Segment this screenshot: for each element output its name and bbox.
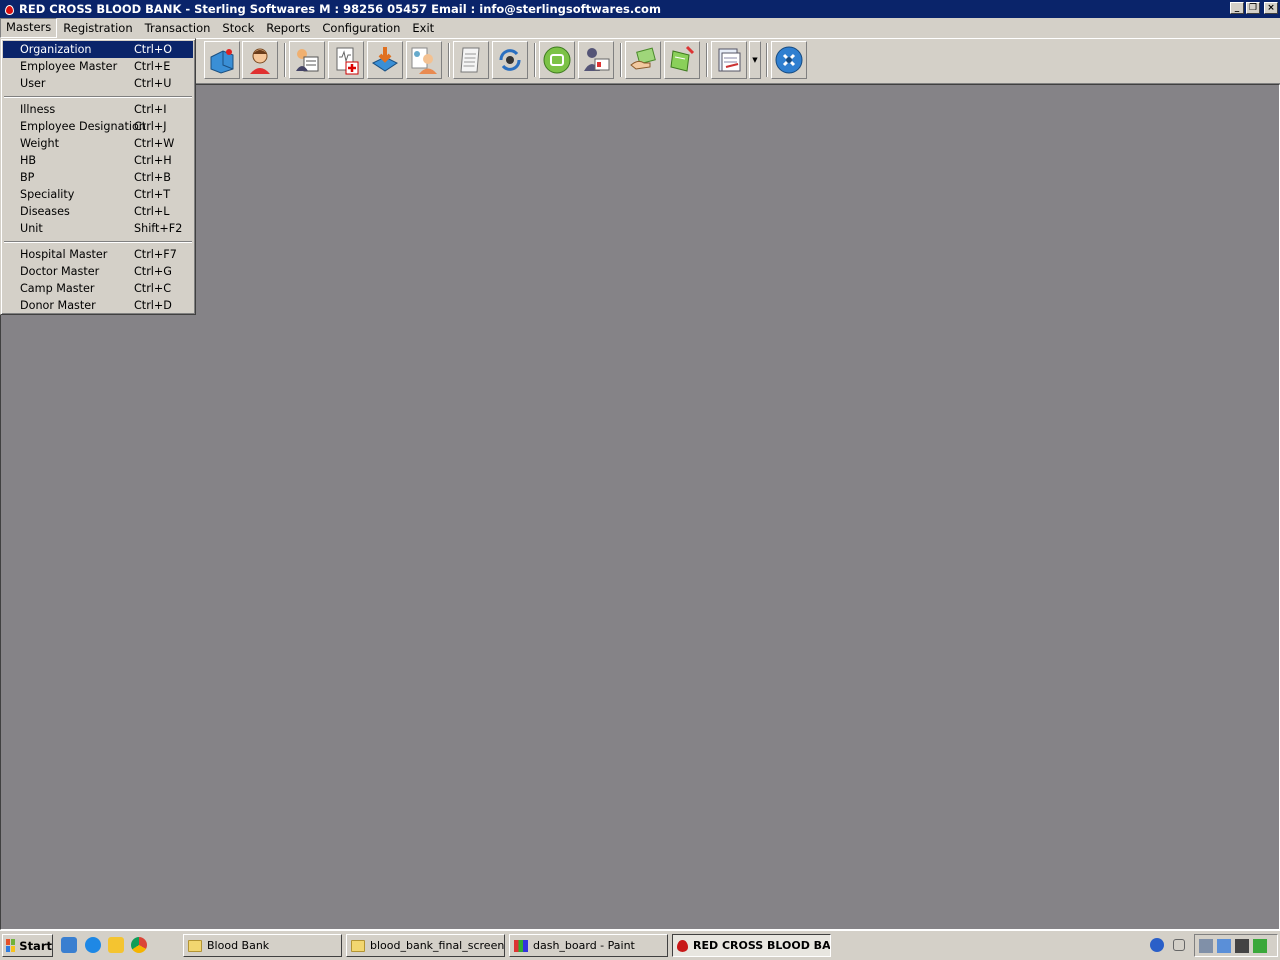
task-blood-bank-final-screen[interactable]: blood_bank_final_screen... — [346, 934, 505, 957]
refresh-settings-icon — [499, 49, 521, 71]
donor-person-icon — [250, 48, 270, 74]
app-tray-icon[interactable] — [1253, 939, 1267, 953]
outlook-icon[interactable] — [108, 937, 124, 953]
windows-logo-icon — [6, 939, 16, 952]
menu-item-employee-designation[interactable]: Employee Designation Ctrl+J — [3, 118, 193, 135]
payment-icon — [630, 47, 656, 70]
donor-button[interactable] — [242, 41, 278, 79]
blood-bag-button[interactable] — [204, 41, 240, 79]
toolbar-separator — [706, 43, 708, 77]
paint-icon — [514, 939, 528, 952]
menu-bar: Masters Registration Transaction Stock R… — [0, 18, 1280, 39]
menu-transaction[interactable]: Transaction — [139, 19, 217, 37]
internet-explorer-icon[interactable] — [85, 937, 101, 953]
menu-item-speciality[interactable]: Speciality Ctrl+T — [3, 186, 193, 203]
menu-configuration[interactable]: Configuration — [316, 19, 406, 37]
blood-drop-icon — [4, 3, 15, 16]
system-tray — [1194, 934, 1278, 957]
blood-bag-icon — [210, 49, 234, 74]
report-dropdown-arrow[interactable]: ▼ — [749, 41, 761, 79]
registration-button[interactable] — [289, 41, 325, 79]
id-card-icon — [584, 48, 610, 71]
blood-issue-icon — [372, 47, 398, 72]
id-card-button[interactable] — [578, 41, 614, 79]
toolbar-separator — [448, 43, 450, 77]
display-icon[interactable] — [1217, 939, 1231, 953]
menu-item-donor-master[interactable]: Donor Master Ctrl+D — [3, 297, 193, 314]
folder-icon — [188, 939, 202, 952]
menu-item-doctor-master[interactable]: Doctor Master Ctrl+G — [3, 263, 193, 280]
camera-button[interactable] — [539, 41, 575, 79]
menu-item-weight[interactable]: Weight Ctrl+W — [3, 135, 193, 152]
menu-item-camp-master[interactable]: Camp Master Ctrl+C — [3, 280, 193, 297]
folder-icon — [351, 939, 365, 952]
menu-exit[interactable]: Exit — [406, 19, 440, 37]
report-sheet-icon — [718, 48, 741, 72]
blood-issue-button[interactable] — [367, 41, 403, 79]
toolbar-separator — [620, 43, 622, 77]
menu-separator — [3, 92, 193, 101]
medical-report-button[interactable] — [328, 41, 364, 79]
menu-item-unit[interactable]: Unit Shift+F2 — [3, 220, 193, 237]
document-icon — [460, 47, 480, 73]
restore-windows-icon[interactable] — [1173, 939, 1185, 951]
camera-icon — [543, 46, 571, 74]
window-controls: _ ❐ × — [1230, 2, 1278, 14]
menu-item-bp[interactable]: BP Ctrl+B — [3, 169, 193, 186]
start-button[interactable]: Start — [2, 934, 53, 957]
menu-item-employee-master[interactable]: Employee Master Ctrl+E — [3, 58, 193, 75]
masters-dropdown-menu: Organization Ctrl+O Employee Master Ctrl+E… — [0, 38, 196, 315]
tools-icon — [775, 46, 803, 74]
chrome-icon[interactable] — [131, 937, 147, 953]
volume-icon[interactable] — [1235, 939, 1249, 953]
refresh-settings-button[interactable] — [492, 41, 528, 79]
menu-separator — [3, 237, 193, 246]
task-blood-bank[interactable]: Blood Bank — [183, 934, 342, 957]
task-red-cross-blood-bank[interactable]: RED CROSS BLOOD BA... — [672, 934, 831, 957]
network-icon[interactable] — [1199, 939, 1213, 953]
show-desktop-icon[interactable] — [61, 937, 77, 953]
menu-item-hb[interactable]: HB Ctrl+H — [3, 152, 193, 169]
menu-item-diseases[interactable]: Diseases Ctrl+L — [3, 203, 193, 220]
cross-match-button[interactable] — [664, 41, 700, 79]
help-icon[interactable] — [1150, 938, 1164, 952]
payment-button[interactable] — [625, 41, 661, 79]
blood-drop-icon — [677, 939, 688, 952]
patient-icon — [411, 47, 437, 74]
cross-match-icon — [670, 45, 695, 72]
menu-item-organization[interactable]: Organization Ctrl+O — [3, 41, 193, 58]
window-title: RED CROSS BLOOD BANK - Sterling Software… — [19, 2, 661, 16]
menu-masters[interactable]: Masters — [0, 18, 58, 38]
close-button[interactable]: × — [1264, 2, 1278, 14]
menu-reports[interactable]: Reports — [260, 19, 316, 37]
toolbar-separator — [534, 43, 536, 77]
report-sheet-button[interactable] — [711, 41, 747, 79]
registration-form-icon — [296, 49, 319, 72]
toolbar-separator — [766, 43, 768, 77]
task-paint[interactable]: dash_board - Paint — [509, 934, 668, 957]
taskbar: Start Blood Bank blood_bank_final_screen… — [0, 930, 1280, 960]
document-button[interactable] — [453, 41, 489, 79]
patient-button[interactable] — [406, 41, 442, 79]
menu-registration[interactable]: Registration — [57, 19, 138, 37]
medical-report-icon — [336, 47, 359, 75]
toolbar-separator — [284, 43, 286, 77]
minimize-button[interactable]: _ — [1230, 2, 1244, 14]
menu-stock[interactable]: Stock — [216, 19, 260, 37]
tools-button[interactable] — [771, 41, 807, 79]
menu-item-illness[interactable]: Illness Ctrl+I — [3, 101, 193, 118]
restore-button[interactable]: ❐ — [1246, 2, 1260, 14]
title-bar[interactable]: RED CROSS BLOOD BANK - Sterling Software… — [0, 0, 1280, 18]
menu-item-user[interactable]: User Ctrl+U — [3, 75, 193, 92]
menu-item-hospital-master[interactable]: Hospital Master Ctrl+F7 — [3, 246, 193, 263]
